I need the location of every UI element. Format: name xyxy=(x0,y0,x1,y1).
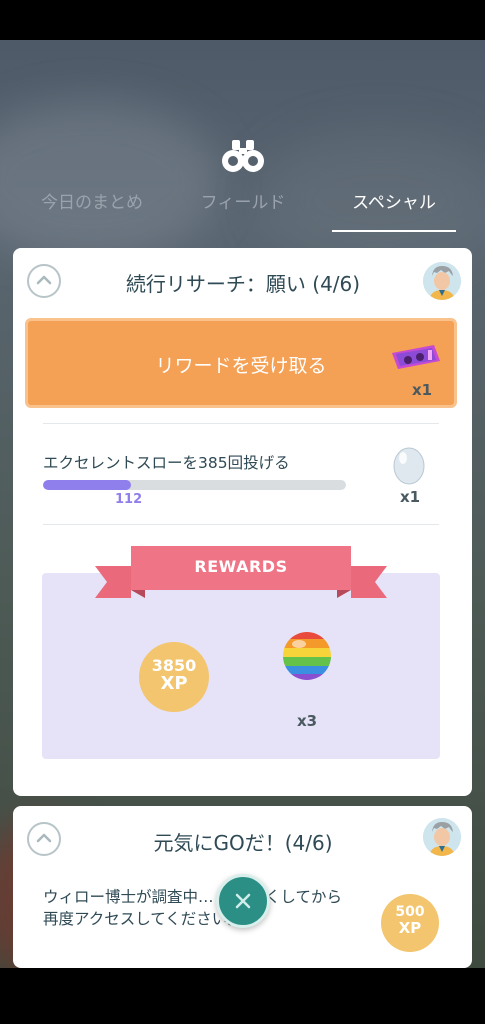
task-reward-qty: x1 xyxy=(400,488,421,506)
research-card-wish: 続行リサーチ：願い (4/6) リワードを受け取る x1 エクセレントスローを3… xyxy=(13,248,472,796)
rewards-ribbon: REWARDS xyxy=(95,544,387,604)
xp-unit: XP xyxy=(398,919,422,937)
xp-reward-badge: 3850 XP xyxy=(139,642,209,712)
navigation-bar xyxy=(0,968,485,1024)
task-progress-bar xyxy=(43,480,346,490)
rainbow-berry-icon xyxy=(281,630,333,682)
professor-avatar xyxy=(423,818,461,856)
research-tabs: 今日のまとめ フィールド スペシャル xyxy=(0,186,485,234)
active-tab-indicator xyxy=(332,230,456,232)
divider xyxy=(43,524,439,525)
xp-reward-badge: 500 XP xyxy=(381,894,439,952)
berry-qty: x3 xyxy=(297,712,318,730)
claim-reward-qty: x1 xyxy=(412,381,433,399)
rocket-raid-pass-icon xyxy=(388,341,444,375)
xp-amount: 500 xyxy=(395,904,425,920)
task-progress-fill xyxy=(43,480,132,490)
tab-today[interactable]: 今日のまとめ xyxy=(22,186,162,226)
rewards-label: REWARDS xyxy=(194,557,288,576)
card-title: 元気にGOだ！(4/6) xyxy=(153,831,333,855)
task-description: エクセレントスローを385回投げる xyxy=(43,454,290,472)
professor-avatar xyxy=(423,262,461,300)
tab-special[interactable]: スペシャル xyxy=(332,186,456,226)
status-bar xyxy=(0,0,485,40)
chevron-up-icon xyxy=(36,275,52,285)
egg-icon xyxy=(391,443,427,485)
claim-reward-button[interactable]: リワードを受け取る x1 xyxy=(25,318,457,408)
tab-field[interactable]: フィールド xyxy=(178,186,308,226)
research-status-text: ウィロー博士が調査中… しばらくしてから再度アクセスしてください。 xyxy=(43,888,342,928)
collapse-button[interactable] xyxy=(27,822,61,856)
collapse-button[interactable] xyxy=(27,264,61,298)
task-progress-count: 112 xyxy=(115,492,143,507)
binoculars-icon xyxy=(221,138,265,174)
close-button[interactable] xyxy=(216,874,270,928)
card-title: 続行リサーチ：願い (4/6) xyxy=(125,272,361,296)
xp-unit: XP xyxy=(160,673,188,694)
divider xyxy=(43,423,439,424)
close-icon xyxy=(235,893,251,909)
chevron-up-icon xyxy=(36,833,52,843)
